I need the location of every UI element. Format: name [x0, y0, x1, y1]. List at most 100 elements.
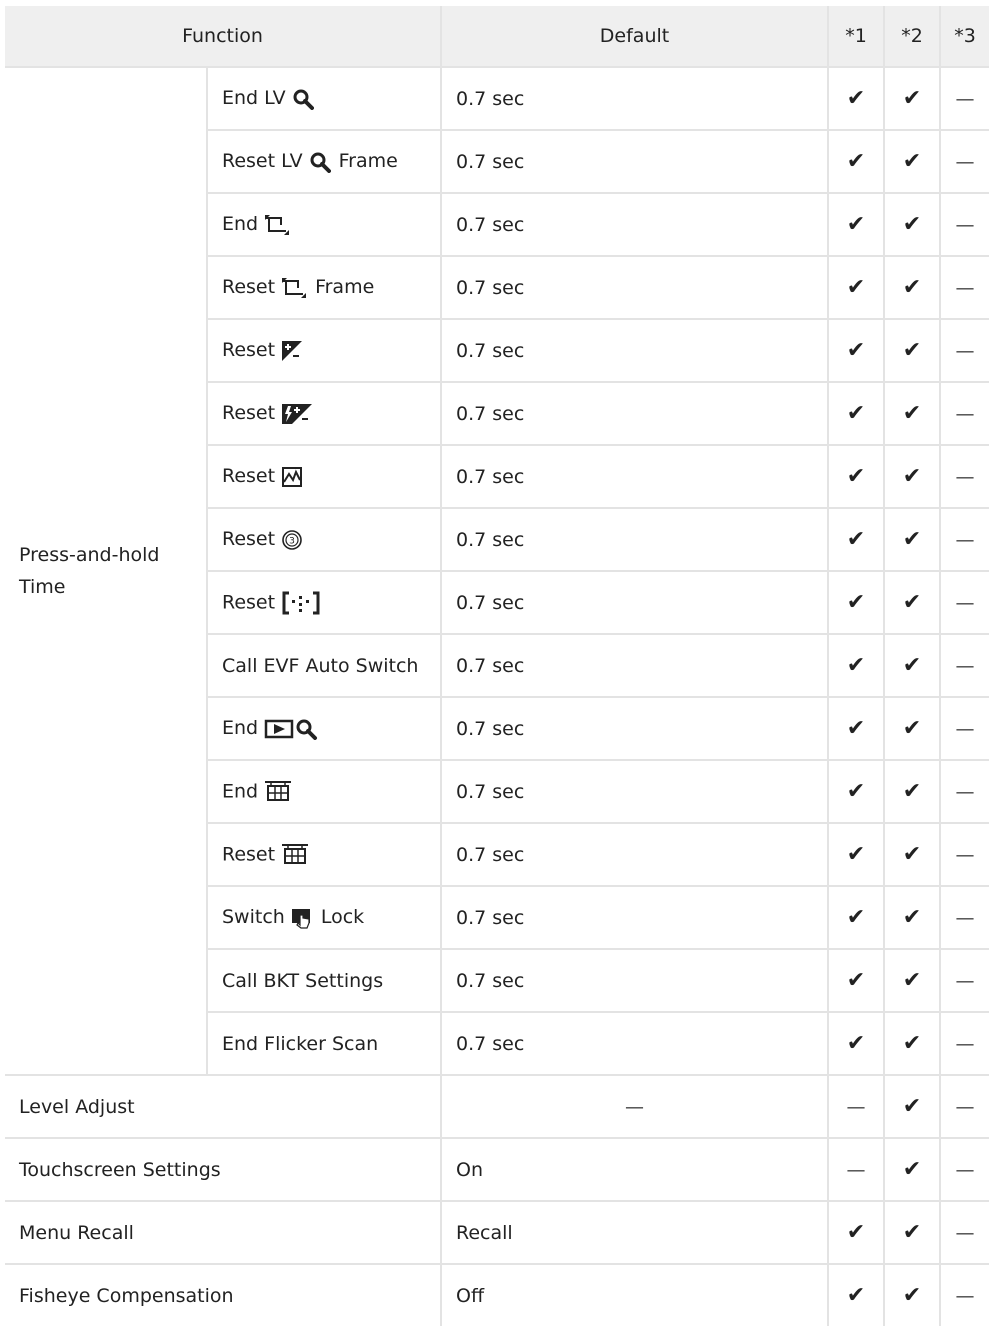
default-value: 0.7 sec — [440, 192, 830, 257]
playback-magnify-icon — [264, 718, 320, 740]
function-text: End LV — [222, 87, 286, 110]
tone-curve-icon — [281, 466, 303, 488]
col2-mark: ✔ — [883, 255, 942, 320]
settings-table: Function Default *1 *2 *3 Press-and-hold… — [5, 6, 990, 1326]
col1-mark: ✔ — [827, 759, 886, 824]
col3-mark: — — [939, 885, 990, 950]
function-cell: Switch Lock — [207, 885, 443, 950]
exposure-comp-icon — [281, 340, 303, 362]
col1-mark: ✔ — [827, 696, 886, 761]
col1-mark: ✔ — [827, 192, 886, 257]
function-cell: Call BKT Settings — [207, 948, 443, 1013]
default-value: 0.7 sec — [440, 759, 830, 824]
function-text: Reset LV — [222, 150, 303, 173]
function-suffix-text: Frame — [338, 150, 398, 173]
col2-mark: ✔ — [883, 1263, 942, 1326]
col2-mark: ✔ — [883, 885, 942, 950]
col2-mark: ✔ — [883, 822, 942, 887]
col1-mark: ✔ — [827, 948, 886, 1013]
col2-mark: ✔ — [883, 696, 942, 761]
col3-mark: — — [939, 696, 990, 761]
function-cell: Fisheye Compensation — [5, 1263, 443, 1326]
function-cell: Menu Recall — [5, 1200, 443, 1265]
default-value: 0.7 sec — [440, 129, 830, 194]
function-text: Reset — [222, 843, 276, 865]
col2-mark: ✔ — [883, 1011, 942, 1076]
af-target-icon — [281, 591, 321, 615]
default-header: Default — [440, 6, 830, 68]
function-cell: Call EVF Auto Switch — [207, 633, 443, 698]
function-cell: Reset — [207, 570, 443, 635]
col2-mark: ✔ — [883, 1074, 942, 1139]
default-value: 0.7 sec — [440, 633, 830, 698]
col2-mark: ✔ — [883, 633, 942, 698]
function-cell: Reset — [207, 822, 443, 887]
col3-mark: — — [939, 633, 990, 698]
function-cell: End — [207, 696, 443, 761]
col1-mark: — — [827, 1137, 886, 1202]
col1-mark: ✔ — [827, 822, 886, 887]
table-row: Menu Recall Recall ✔ ✔ — — [5, 1200, 990, 1265]
table-row: Fisheye Compensation Off ✔ ✔ — — [5, 1263, 990, 1326]
col1-mark: — — [827, 1074, 886, 1139]
col2-header: *2 — [883, 6, 942, 68]
function-cell: Touchscreen Settings — [5, 1137, 443, 1202]
function-cell: Reset 3 — [207, 507, 443, 572]
default-value: 0.7 sec — [440, 507, 830, 572]
col3-mark: — — [939, 192, 990, 257]
default-value: Off — [440, 1263, 830, 1326]
function-text: End Flicker Scan — [222, 1032, 379, 1055]
group-label-press-and-hold-time: Press-and-hold Time — [5, 66, 208, 1076]
function-cell: Reset LV Frame — [207, 129, 443, 194]
default-value: 0.7 sec — [440, 696, 830, 761]
magnify-icon — [309, 151, 331, 173]
col1-mark: ✔ — [827, 507, 886, 572]
grid-icon — [264, 780, 292, 804]
default-value: 0.7 sec — [440, 255, 830, 320]
col2-mark: ✔ — [883, 129, 942, 194]
col2-mark: ✔ — [883, 381, 942, 446]
col2-mark: ✔ — [883, 570, 942, 635]
col3-mark: — — [939, 255, 990, 320]
default-value: 0.7 sec — [440, 822, 830, 887]
function-suffix-text: Lock — [320, 906, 365, 929]
function-cell: End Flicker Scan — [207, 1011, 443, 1076]
col3-mark: — — [939, 1137, 990, 1202]
col1-mark: ✔ — [827, 381, 886, 446]
function-text: Reset — [222, 339, 276, 362]
function-text: Call BKT Settings — [222, 969, 384, 992]
default-value: 0.7 sec — [440, 1011, 830, 1076]
table-row: Press-and-hold Time End LV 0.7 sec ✔ ✔ — — [5, 66, 990, 1076]
col2-mark: ✔ — [883, 318, 942, 383]
col3-mark: — — [939, 1074, 990, 1139]
col1-mark: ✔ — [827, 444, 886, 509]
default-value: 0.7 sec — [440, 444, 830, 509]
default-value: Recall — [440, 1200, 830, 1265]
function-cell: End — [207, 192, 443, 257]
function-text: Reset — [222, 591, 276, 613]
col3-header: *3 — [939, 6, 990, 68]
touch-lock-icon — [291, 907, 313, 929]
function-cell: Reset — [207, 381, 443, 446]
col2-mark: ✔ — [883, 66, 942, 131]
grid-icon — [281, 843, 309, 867]
function-text: Call EVF Auto Switch — [222, 654, 419, 677]
function-suffix-text: Frame — [315, 276, 375, 299]
default-value: 0.7 sec — [440, 570, 830, 635]
svg-text:3: 3 — [289, 536, 295, 546]
col3-mark: — — [939, 1011, 990, 1076]
function-text: Reset — [222, 402, 276, 425]
function-cell: End LV — [205, 66, 443, 131]
table-header-row: Function Default *1 *2 *3 — [5, 6, 990, 68]
flash-comp-icon — [281, 403, 313, 425]
crop-icon — [264, 214, 290, 236]
col1-mark: ✔ — [827, 255, 886, 320]
col1-mark: ✔ — [827, 129, 886, 194]
col1-mark: ✔ — [827, 1263, 886, 1326]
col1-mark: ✔ — [827, 570, 886, 635]
col2-mark: ✔ — [883, 507, 942, 572]
col3-mark: — — [939, 570, 990, 635]
default-value: 0.7 sec — [440, 885, 830, 950]
function-text: Switch — [222, 906, 285, 929]
magnify-icon — [292, 88, 314, 110]
